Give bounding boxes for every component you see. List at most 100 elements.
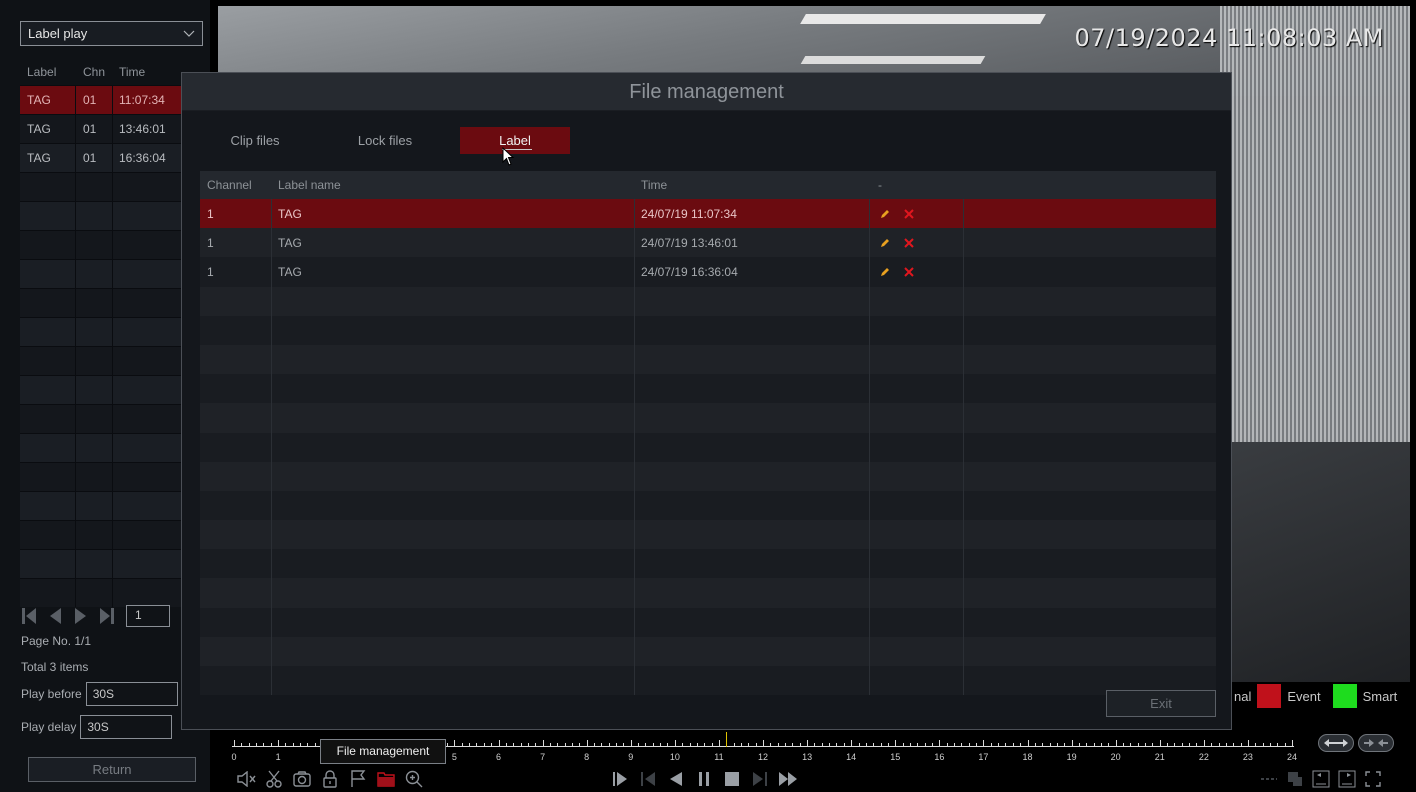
step-forward-icon[interactable] <box>606 766 634 792</box>
zoom-timeline-out-icon[interactable] <box>1318 734 1354 752</box>
col-actions: - <box>878 178 882 192</box>
tab-lock-files[interactable]: Lock files <box>330 127 440 154</box>
exit-button[interactable]: Exit <box>1106 690 1216 717</box>
pause-icon[interactable] <box>690 766 718 792</box>
label-list-cell-label <box>20 579 76 607</box>
timeline-hour-label: 0 <box>231 752 237 762</box>
cell-time <box>635 490 870 521</box>
timeline-hour-label: 9 <box>628 752 634 762</box>
label-table-row <box>200 490 1216 521</box>
timeline-minor-tick <box>1196 743 1198 747</box>
label-table-row[interactable]: 1 TAG 24/07/19 11:07:34 <box>200 199 1216 229</box>
next-page-icon[interactable] <box>72 605 90 627</box>
timeline-minor-tick <box>887 743 889 747</box>
timeline-hour-label: 21 <box>1154 752 1165 762</box>
return-button[interactable]: Return <box>28 757 196 782</box>
label-table-row <box>200 666 1216 696</box>
cell-actions <box>870 520 964 550</box>
timeline-minor-tick <box>954 743 956 747</box>
step-back-icon[interactable] <box>634 766 662 792</box>
label-table-row <box>200 461 1216 491</box>
cell-spacer <box>964 549 1216 578</box>
cell-label-name <box>272 403 635 433</box>
timeline-minor-tick <box>1218 743 1220 747</box>
timeline-minor-tick <box>1211 743 1213 747</box>
cell-spacer <box>964 287 1216 316</box>
last-page-icon[interactable] <box>98 605 116 627</box>
label-list-cell-chn <box>76 173 113 201</box>
label-list-cell-label <box>20 434 76 462</box>
label-list-cell-chn <box>76 492 113 520</box>
mute-icon[interactable] <box>232 766 260 792</box>
layout-icon[interactable] <box>1284 768 1306 790</box>
edit-pencil-icon[interactable] <box>878 207 892 221</box>
stop-icon[interactable] <box>718 766 746 792</box>
label-list-row <box>20 491 203 520</box>
timeline-minor-tick <box>520 743 522 747</box>
forward-30s-icon[interactable] <box>1336 768 1358 790</box>
cell-spacer <box>964 520 1216 549</box>
cell-time <box>635 374 870 404</box>
timeline-minor-tick <box>491 743 493 747</box>
label-list-row[interactable]: TAG 01 16:36:04 <box>20 143 203 172</box>
timeline-minor-tick <box>814 743 816 747</box>
prev-page-icon[interactable] <box>46 605 64 627</box>
label-table-row[interactable]: 1 TAG 24/07/19 16:36:04 <box>200 257 1216 287</box>
delete-x-icon[interactable] <box>902 207 916 221</box>
cell-label-name <box>272 666 635 696</box>
timeline-hour-label: 7 <box>540 752 546 762</box>
folder-icon[interactable] <box>372 766 400 792</box>
delete-x-icon[interactable] <box>902 265 916 279</box>
fast-forward-icon[interactable] <box>774 766 802 792</box>
play-before-select[interactable]: 30S <box>85 682 178 706</box>
snapshot-icon[interactable] <box>288 766 316 792</box>
record-type-legend: nal Event Smart <box>1234 683 1397 709</box>
next-frame-icon[interactable] <box>746 766 774 792</box>
edit-pencil-icon[interactable] <box>878 236 892 250</box>
label-list-row <box>20 433 203 462</box>
rewind-30s-icon[interactable] <box>1310 768 1332 790</box>
first-page-icon[interactable] <box>20 605 38 627</box>
label-list-cell-label <box>20 173 76 201</box>
label-list-cell-chn <box>76 318 113 346</box>
play-delay-select[interactable]: 30S <box>80 715 173 739</box>
timeline-minor-tick <box>1042 743 1044 747</box>
dialog-title: File management <box>182 73 1231 111</box>
cell-actions <box>870 578 964 608</box>
timeline-hour-tick <box>498 740 500 747</box>
tooltip: File management <box>320 739 446 764</box>
cell-spacer <box>964 637 1216 666</box>
zoom-in-icon[interactable] <box>400 766 428 792</box>
zoom-timeline-in-icon[interactable] <box>1358 734 1394 752</box>
split-view-icon[interactable] <box>1258 768 1280 790</box>
timeline-hour-label: 20 <box>1110 752 1121 762</box>
label-list-body: TAG 01 11:07:34 TAG 01 13:46:01 TAG 01 16:36:04 <box>20 85 203 607</box>
timeline-hour-label: 16 <box>934 752 945 762</box>
cell-time <box>635 344 870 375</box>
label-list-row[interactable]: TAG 01 11:07:34 <box>20 85 203 114</box>
label-list-table: Label Chn Time TAG 01 11:07:34 TAG 01 13:46:0… <box>20 58 203 607</box>
timeline-minor-tick <box>1269 743 1271 747</box>
fullscreen-icon[interactable] <box>1362 768 1384 790</box>
legend-label-normal: nal <box>1234 688 1252 704</box>
lock-icon[interactable] <box>316 766 344 792</box>
page-number-input[interactable]: 1 <box>126 605 170 627</box>
timeline-minor-tick <box>829 743 831 747</box>
scissors-icon[interactable] <box>260 766 288 792</box>
label-list-cell-label <box>20 550 76 578</box>
mode-select[interactable]: Label play <box>20 21 203 46</box>
timeline-minor-tick <box>505 743 507 747</box>
label-list-row[interactable]: TAG 01 13:46:01 <box>20 114 203 143</box>
cell-label-name: TAG <box>272 228 635 258</box>
edit-pencil-icon[interactable] <box>878 265 892 279</box>
tab-clip-files[interactable]: Clip files <box>200 127 310 154</box>
delete-x-icon[interactable] <box>902 236 916 250</box>
label-list-cell-chn <box>76 202 113 230</box>
label-list-row <box>20 375 203 404</box>
flag-icon[interactable] <box>344 766 372 792</box>
timeline-minor-tick <box>902 743 904 747</box>
label-list-cell-label <box>20 405 76 433</box>
tab-label[interactable]: Label <box>460 127 570 154</box>
reverse-play-icon[interactable] <box>662 766 690 792</box>
label-table-row[interactable]: 1 TAG 24/07/19 13:46:01 <box>200 228 1216 258</box>
